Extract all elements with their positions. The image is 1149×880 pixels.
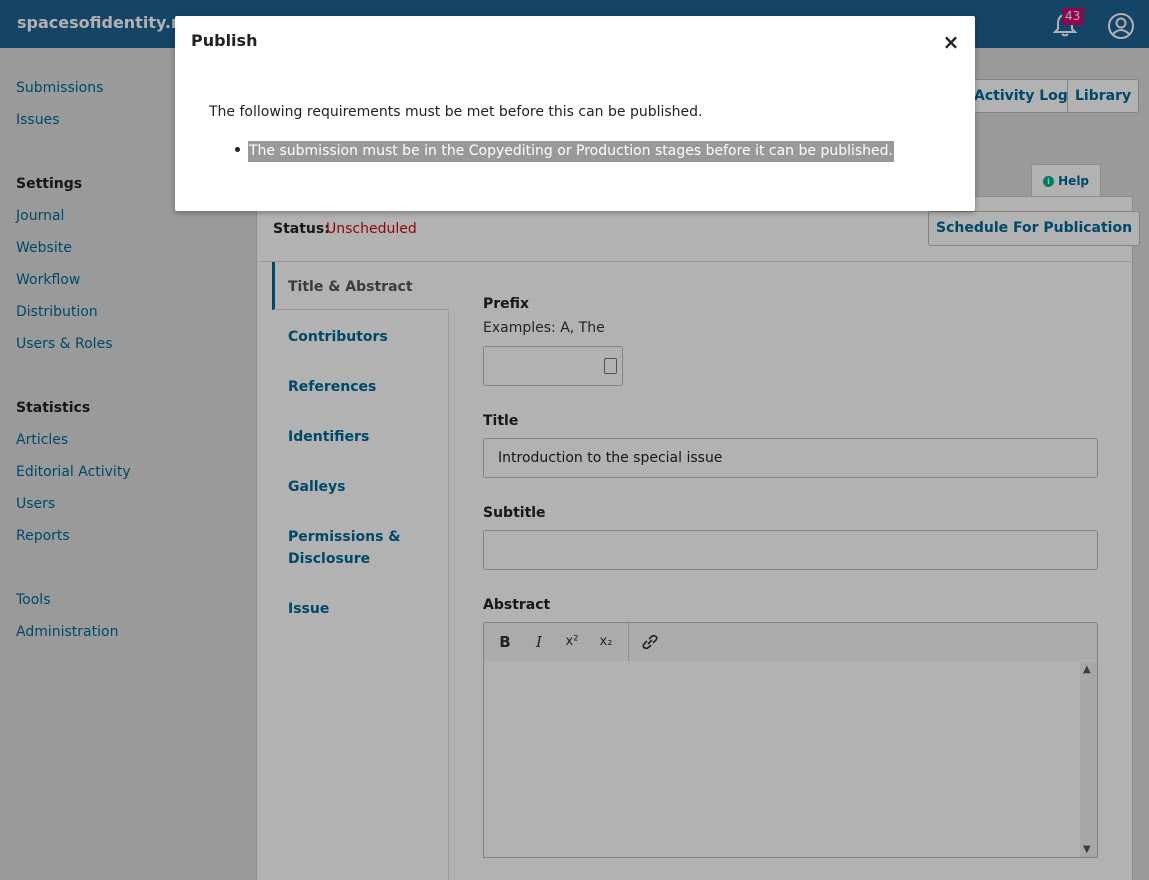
list-bullet (235, 147, 240, 152)
close-icon[interactable]: × (941, 30, 961, 54)
modal-title: Publish (191, 31, 258, 50)
requirement-text: The submission must be in the Copyeditin… (248, 141, 894, 162)
modal-message: The following requirements must be met b… (209, 104, 703, 120)
publish-modal: Publish × The following requirements mus… (175, 16, 975, 211)
